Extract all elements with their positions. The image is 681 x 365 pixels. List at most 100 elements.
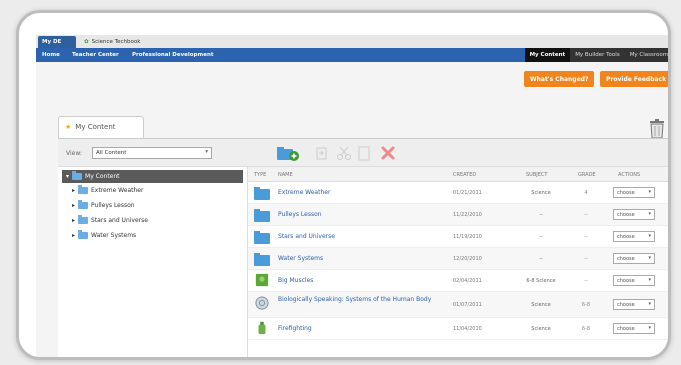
- row-action-select[interactable]: choose ▾: [613, 209, 655, 220]
- folder-icon: [254, 253, 270, 266]
- row-grade: --: [584, 278, 588, 284]
- content-table: Type Name Created Subject Grade Actions …: [248, 167, 671, 360]
- view-label: View:: [66, 150, 82, 157]
- row-name[interactable]: Big Muscles: [278, 277, 313, 284]
- tree-root-my-content[interactable]: ▾ My Content: [62, 170, 243, 183]
- folder-icon: [78, 230, 89, 239]
- header-type[interactable]: Type: [254, 172, 266, 178]
- row-action-select[interactable]: choose ▾: [613, 275, 655, 286]
- header-name[interactable]: Name: [278, 172, 293, 178]
- row-subject: --: [539, 212, 543, 218]
- row-action-value: choose: [617, 302, 635, 308]
- row-action-value: choose: [617, 278, 635, 284]
- view-select[interactable]: All Content ▾: [92, 147, 212, 159]
- table-row[interactable]: Big Muscles 02/04/2011 6-8 Science -- ch…: [248, 270, 668, 292]
- tab-science-techbook[interactable]: ✿ Science Techbook: [80, 36, 158, 48]
- table-row[interactable]: Stars and Universe 11/19/2010 -- -- choo…: [248, 226, 668, 248]
- row-grade: --: [584, 256, 588, 262]
- row-subject: Science: [531, 190, 551, 196]
- header-subject[interactable]: Subject: [526, 172, 547, 178]
- folder-icon: [254, 231, 270, 244]
- row-action-select[interactable]: choose ▾: [613, 253, 655, 264]
- row-grade: 6-8: [581, 302, 591, 308]
- folder-icon: [78, 215, 89, 224]
- table-row[interactable]: Extreme Weather 01/21/2011 Science 4 cho…: [248, 182, 668, 204]
- folder-icon: [72, 171, 83, 180]
- tree-item-pulleys-lesson[interactable]: ▸ Pulleys Lesson: [58, 198, 247, 213]
- caret-right-icon[interactable]: ▸: [72, 232, 75, 239]
- row-name[interactable]: Pulleys Lesson: [278, 211, 322, 218]
- nav-my-classrooms[interactable]: My Classrooms: [625, 48, 668, 62]
- nav-right-group: My Content My Builder Tools My Classroom…: [524, 48, 668, 62]
- tree-item-water-systems[interactable]: ▸ Water Systems: [58, 228, 247, 243]
- header-created[interactable]: Created: [453, 172, 476, 178]
- row-action-select[interactable]: choose ▾: [613, 231, 655, 242]
- copy-icon[interactable]: [314, 145, 330, 161]
- paste-icon[interactable]: [356, 145, 372, 161]
- table-row[interactable]: Biologically Speaking: Systems of the Hu…: [248, 292, 668, 318]
- view-select-value: All Content: [96, 150, 127, 156]
- caret-right-icon[interactable]: ▸: [72, 187, 75, 194]
- content-toolbar: View: All Content ▾: [58, 138, 668, 167]
- whats-changed-button[interactable]: What's Changed?: [524, 71, 595, 87]
- bottle-icon: [258, 321, 266, 335]
- row-subject: Science: [531, 326, 551, 332]
- chevron-down-icon: ▾: [648, 255, 651, 261]
- app-screen: My DE ✿ Science Techbook Home Teacher Cen…: [36, 35, 671, 360]
- row-created: 12/20/2010: [453, 256, 482, 262]
- row-name[interactable]: Extreme Weather: [278, 189, 330, 196]
- tab-my-content-label: My Content: [75, 123, 116, 131]
- nav-home[interactable]: Home: [42, 52, 60, 58]
- row-subject: --: [539, 234, 543, 240]
- image-icon: [255, 273, 269, 287]
- main-navbar: Home Teacher Center Professional Develop…: [36, 48, 668, 62]
- table-body: Extreme Weather 01/21/2011 Science 4 cho…: [248, 182, 668, 340]
- row-action-select[interactable]: choose ▾: [613, 187, 655, 198]
- caret-right-icon[interactable]: ▸: [72, 202, 75, 209]
- row-action-select[interactable]: choose ▾: [613, 323, 655, 334]
- chevron-down-icon: ▾: [648, 301, 651, 307]
- row-grade: 4: [584, 190, 588, 196]
- row-created: 02/04/2011: [453, 278, 482, 284]
- chevron-down-icon: ▾: [648, 211, 651, 217]
- trash-icon[interactable]: [647, 117, 667, 139]
- row-grade: --: [584, 234, 588, 240]
- row-created: 11/22/2010: [453, 212, 482, 218]
- row-created: 11/04/2010: [453, 326, 482, 332]
- caret-right-icon[interactable]: ▸: [72, 217, 75, 224]
- chevron-down-icon: ▾: [648, 325, 651, 331]
- row-subject: 6-8 Science: [526, 278, 556, 284]
- screenshot-frame: My DE ✿ Science Techbook Home Teacher Cen…: [16, 10, 671, 360]
- row-action-value: choose: [617, 326, 635, 332]
- nav-professional-development[interactable]: Professional Development: [132, 52, 214, 58]
- cut-icon[interactable]: [336, 145, 352, 161]
- table-row[interactable]: Firefighting 11/04/2010 Science 6-8 choo…: [248, 318, 668, 340]
- row-name[interactable]: Stars and Universe: [278, 233, 335, 240]
- tab-my-content[interactable]: ★ My Content: [58, 116, 144, 138]
- header-grade[interactable]: Grade: [578, 172, 596, 178]
- table-scrollbar[interactable]: [668, 182, 671, 360]
- globe-icon: [255, 296, 269, 310]
- table-row[interactable]: Pulleys Lesson 11/22/2010 -- -- choose ▾: [248, 204, 668, 226]
- tree-item-stars-and-universe[interactable]: ▸ Stars and Universe: [58, 213, 247, 228]
- tab-my-de[interactable]: My DE: [38, 36, 76, 48]
- tree-item-label: Stars and Universe: [91, 217, 148, 224]
- row-grade: --: [584, 212, 588, 218]
- row-name[interactable]: Biologically Speaking: Systems of the Hu…: [278, 296, 448, 304]
- provide-feedback-button[interactable]: Provide Feedback: [600, 71, 668, 87]
- nav-my-builder-tools[interactable]: My Builder Tools: [570, 48, 625, 62]
- nav-teacher-center[interactable]: Teacher Center: [72, 52, 119, 58]
- delete-icon[interactable]: [380, 145, 396, 161]
- header-actions: Actions: [618, 172, 641, 178]
- table-row[interactable]: Water Systems 12/20/2010 -- -- choose ▾: [248, 248, 668, 270]
- folder-icon: [78, 200, 89, 209]
- new-folder-icon[interactable]: [276, 145, 300, 161]
- nav-my-content[interactable]: My Content: [524, 48, 571, 62]
- row-name[interactable]: Water Systems: [278, 255, 323, 262]
- row-name[interactable]: Firefighting: [278, 325, 312, 332]
- leaf-icon: ✿: [84, 39, 89, 45]
- folder-icon: [254, 187, 270, 200]
- tree-item-extreme-weather[interactable]: ▸ Extreme Weather: [58, 183, 247, 198]
- row-action-select[interactable]: choose ▾: [613, 299, 655, 310]
- caret-down-icon: ▾: [66, 173, 70, 180]
